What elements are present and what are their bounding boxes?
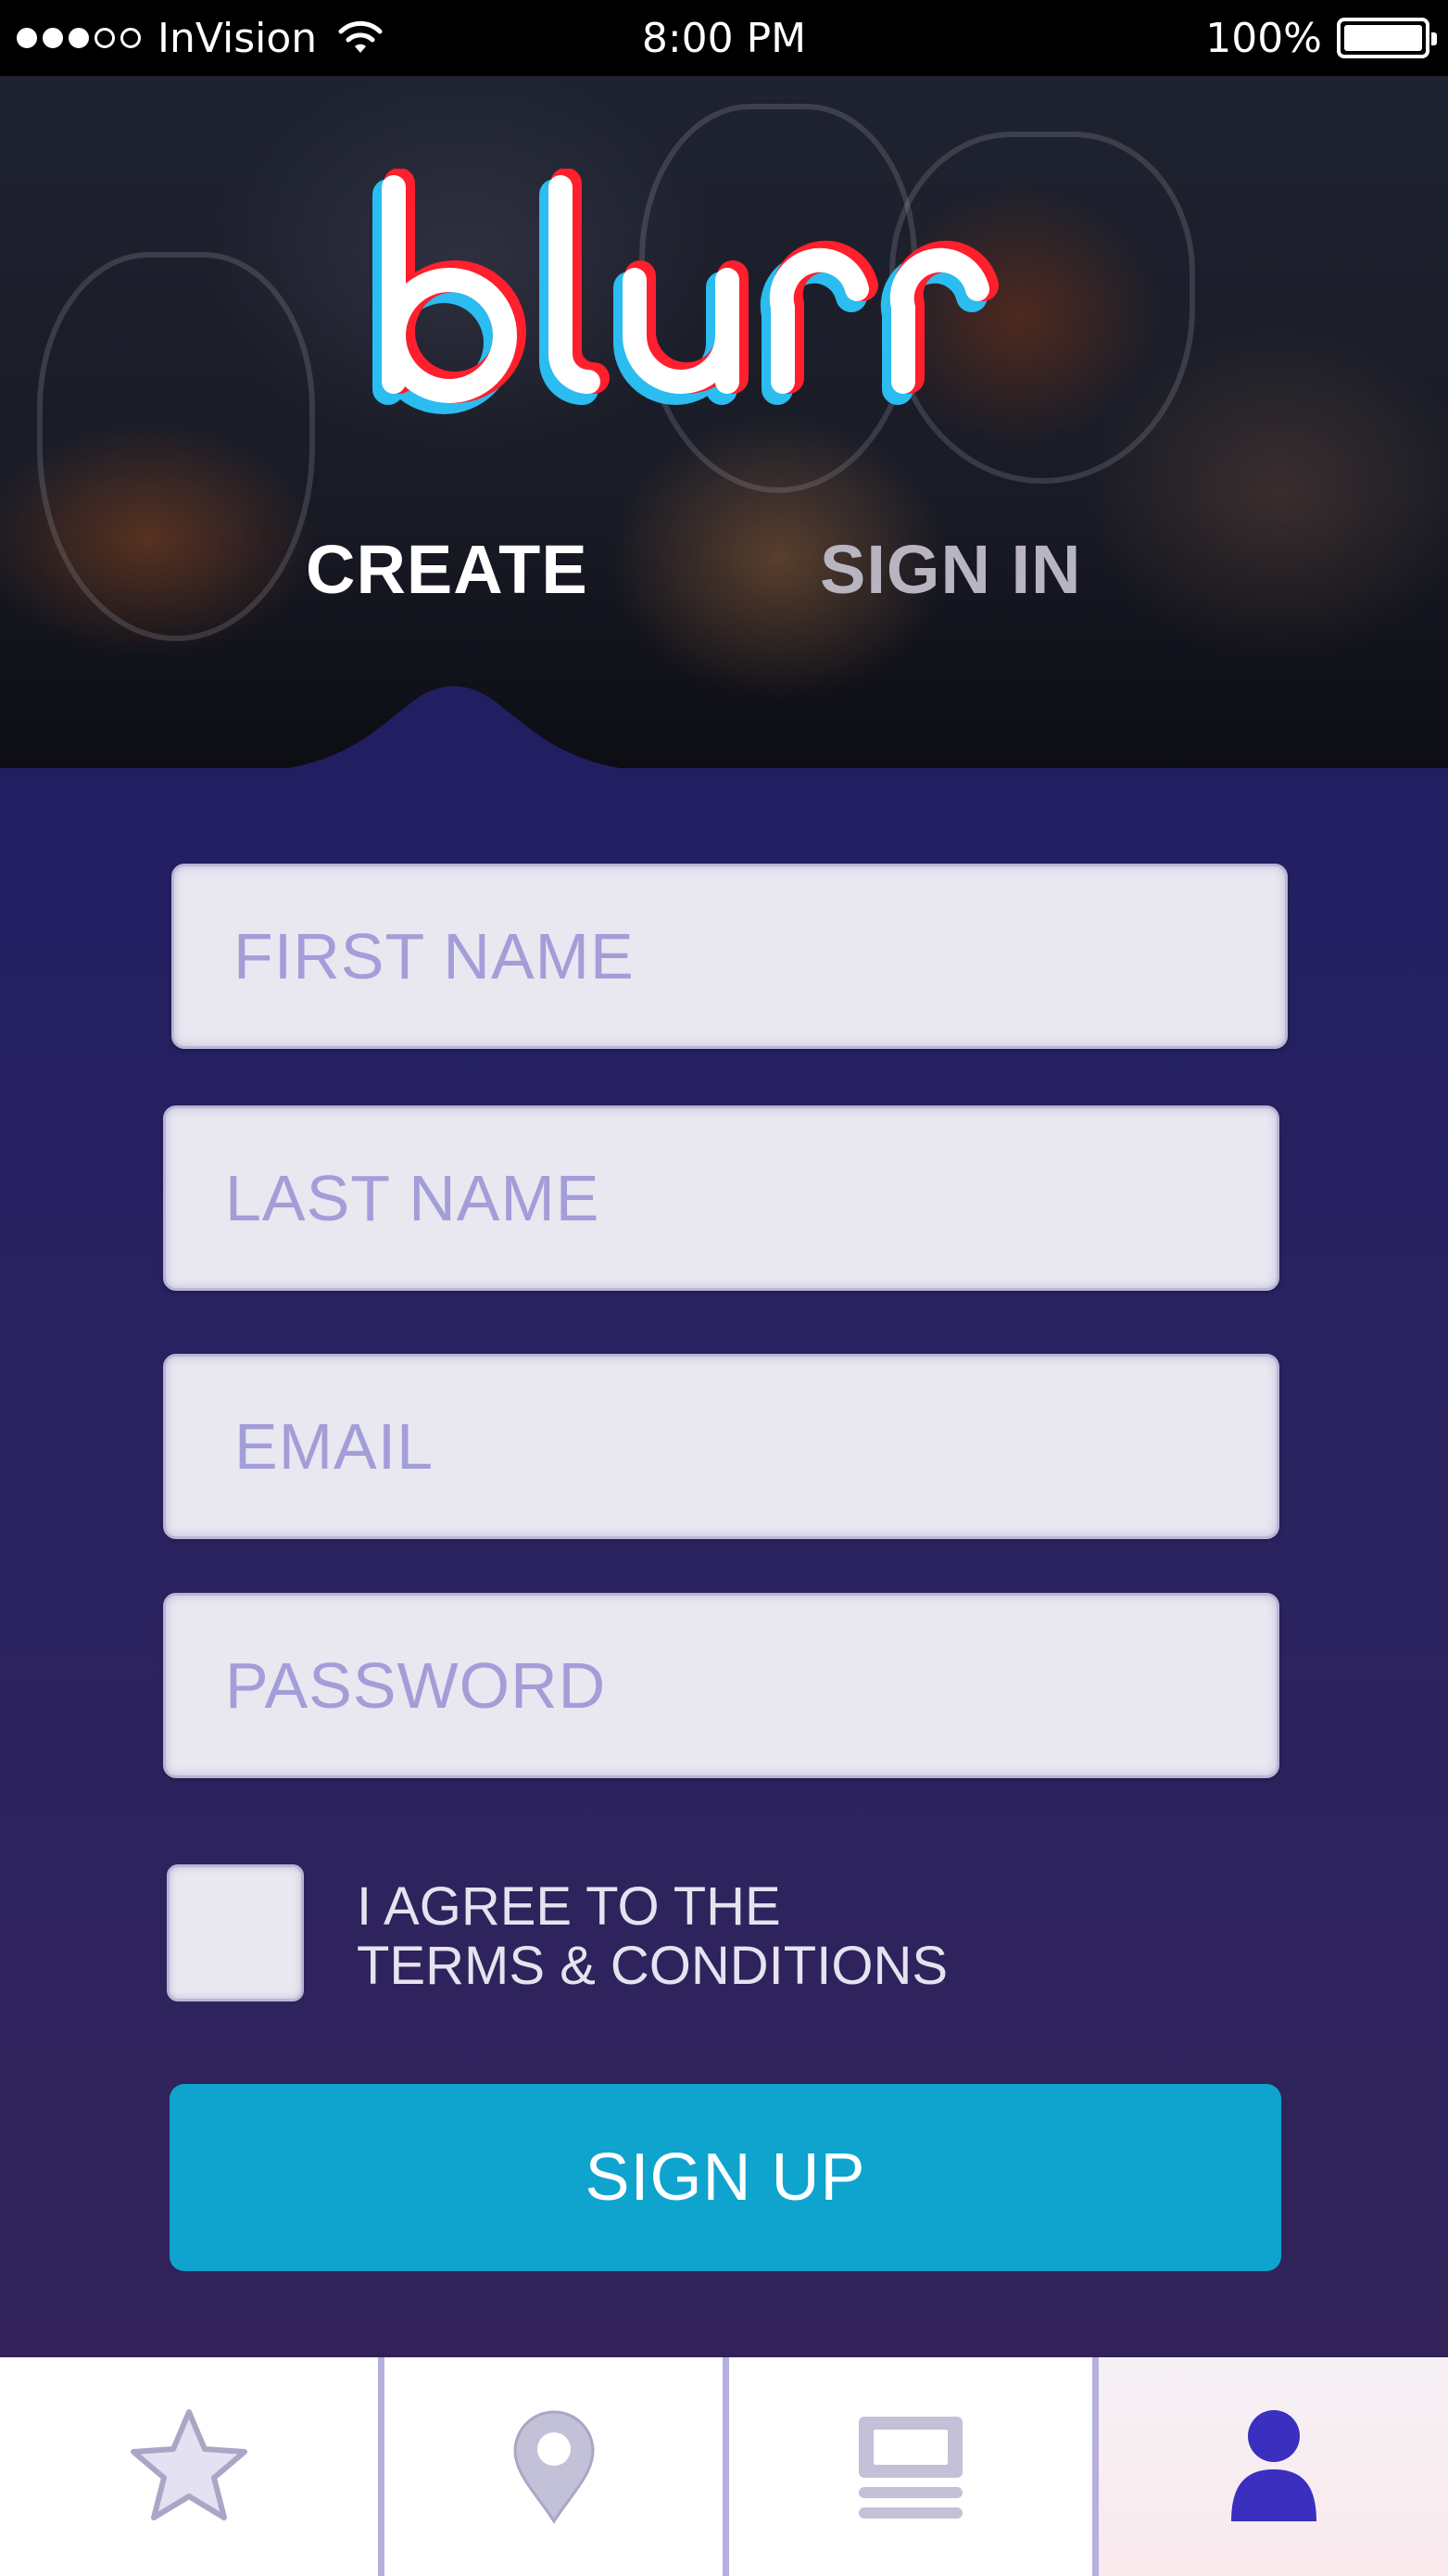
first-name-input[interactable] — [174, 866, 1285, 1046]
sign-up-button[interactable]: SIGN UP — [170, 2084, 1281, 2271]
tab-profile[interactable] — [1099, 2357, 1448, 2576]
terms-line-2: TERMS & CONDITIONS — [357, 1936, 949, 1996]
map-pin-icon — [512, 2410, 595, 2524]
tab-feed[interactable] — [729, 2357, 1092, 2576]
last-name-field[interactable] — [163, 1105, 1279, 1291]
password-input[interactable] — [166, 1596, 1277, 1775]
star-icon — [131, 2409, 247, 2520]
hero-banner: CREATE SIGN IN — [0, 76, 1448, 768]
first-name-field[interactable] — [171, 864, 1288, 1049]
tab-map[interactable] — [384, 2357, 723, 2576]
password-field[interactable] — [163, 1593, 1279, 1778]
signup-form: I AGREE TO THE TERMS & CONDITIONS SIGN U… — [0, 768, 1448, 2357]
user-icon — [1230, 2410, 1316, 2521]
terms-line-1: I AGREE TO THE — [357, 1876, 781, 1937]
last-name-input[interactable] — [166, 1108, 1277, 1288]
bottom-tab-bar — [0, 2357, 1448, 2576]
tab-divider — [723, 2357, 729, 2576]
email-input[interactable] — [166, 1357, 1277, 1536]
battery-icon — [1337, 18, 1437, 58]
tab-divider — [378, 2357, 384, 2576]
blurr-logo — [372, 169, 999, 414]
tab-favorites[interactable] — [0, 2357, 378, 2576]
battery-percentage: 100% — [1205, 14, 1322, 62]
tab-create[interactable]: CREATE — [306, 530, 588, 609]
status-right: 100% — [1205, 14, 1437, 62]
feed-icon — [859, 2417, 963, 2519]
terms-checkbox[interactable] — [167, 1864, 304, 2001]
active-tab-indicator — [287, 686, 621, 768]
terms-label[interactable]: I AGREE TO THE TERMS & CONDITIONS — [357, 1877, 948, 1996]
tab-divider — [1092, 2357, 1099, 2576]
email-field[interactable] — [163, 1354, 1279, 1539]
auth-tabs: CREATE SIGN IN — [0, 530, 1448, 608]
tab-sign-in[interactable]: SIGN IN — [820, 530, 1081, 609]
status-bar: InVision 8:00 PM 100% — [0, 0, 1448, 76]
